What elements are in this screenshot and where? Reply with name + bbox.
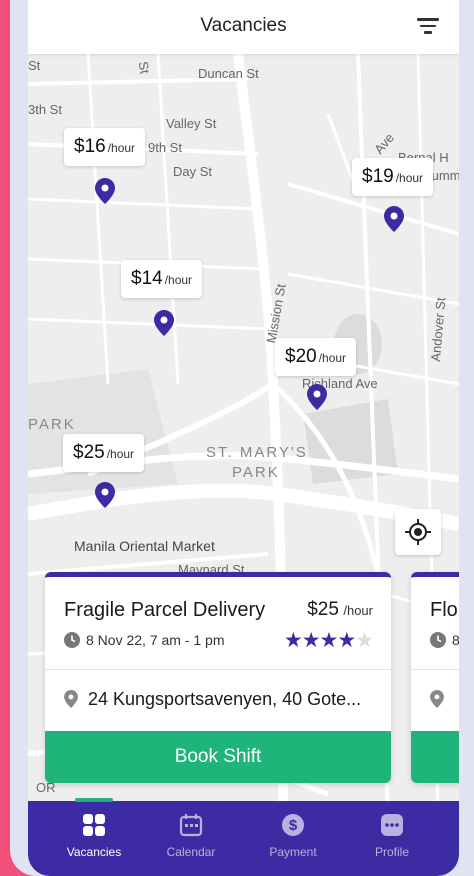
rating-stars: ★★★★★ (283, 628, 374, 653)
phone-bezel: Vacancies Duncan St St St 3th St Valley … (10, 0, 464, 876)
park-label: PARK (232, 464, 280, 481)
nav-label: Payment (269, 845, 317, 859)
shift-price: $25 /hour (307, 599, 373, 621)
map-pin-icon[interactable] (384, 206, 404, 232)
nav-label: Profile (374, 845, 409, 859)
street-label: Duncan St (198, 66, 259, 81)
street-label: St (28, 58, 41, 73)
divider (411, 669, 459, 670)
book-shift-button[interactable]: Book Shift (45, 731, 391, 783)
bottom-nav: Vacancies Calendar $ Payment Profile (28, 798, 459, 876)
divider (45, 669, 391, 670)
price-unit: /hour (106, 447, 135, 461)
location-pin-icon (64, 690, 78, 708)
price-tag[interactable]: $20/hour (275, 338, 357, 376)
app-header: Vacancies (28, 0, 459, 54)
filter-icon[interactable] (417, 18, 439, 36)
shift-card[interactable]: Flo 8 (411, 572, 459, 783)
shift-title: Flo (430, 599, 458, 621)
price-amount: $16 (74, 136, 106, 157)
map-pin-icon[interactable] (95, 178, 115, 204)
price-tag[interactable]: $19/hour (352, 158, 434, 196)
price-amount: $25 (73, 442, 105, 463)
star-filled-icon: ★ (319, 629, 339, 652)
price-unit: /hour (318, 351, 347, 365)
map-pin-icon[interactable] (154, 310, 174, 336)
shift-date-text: 8 Nov 22, 7 am - 1 pm (86, 632, 225, 648)
star-filled-icon: ★ (283, 629, 303, 652)
price-unit: /hour (164, 273, 193, 287)
price-amount: $14 (131, 268, 163, 289)
nav-vacancies[interactable]: Vacancies (44, 801, 144, 859)
price-unit: /hour (107, 141, 136, 155)
street-label: St (135, 60, 153, 75)
price-tag[interactable]: $25/hour (63, 434, 145, 472)
nav-calendar[interactable]: Calendar (141, 801, 241, 859)
shift-title: Fragile Parcel Delivery (64, 599, 266, 621)
price-unit: /hour (395, 171, 424, 185)
shift-price-amount: $25 (307, 599, 339, 620)
shift-date-text: 8 (452, 632, 459, 648)
shift-price-unit: /hour (343, 603, 373, 618)
street-label: Valley St (166, 116, 217, 131)
location-pin-icon (430, 690, 444, 708)
nav-profile[interactable]: Profile (342, 801, 442, 859)
street-label: Day St (173, 164, 213, 179)
map-pin-icon[interactable] (307, 384, 327, 410)
crosshair-icon (405, 519, 431, 545)
price-tag[interactable]: $14/hour (121, 260, 203, 298)
shift-address-text: 24 Kungsportsavenyen, 40 Gote... (88, 689, 362, 709)
park-label: PARK (28, 416, 76, 433)
dollar-icon: $ (282, 814, 304, 836)
price-tag[interactable]: $16/hour (64, 128, 146, 166)
shift-address (430, 689, 454, 710)
map-pin-icon[interactable] (95, 482, 115, 508)
calendar-icon (179, 814, 203, 837)
shift-card[interactable]: Fragile Parcel Delivery $25 /hour 8 Nov … (45, 572, 391, 783)
chat-icon (381, 814, 403, 836)
street-label: 3th St (28, 102, 62, 117)
shift-date: 8 (430, 632, 459, 648)
shift-address: 24 Kungsportsavenyen, 40 Gote... (64, 689, 361, 710)
book-shift-button[interactable] (411, 731, 459, 783)
nav-label: Calendar (166, 845, 216, 859)
svg-text:$: $ (289, 817, 298, 834)
my-location-button[interactable] (395, 509, 441, 555)
page-title: Vacancies (200, 15, 287, 36)
price-amount: $20 (285, 346, 317, 367)
star-filled-icon: ★ (337, 629, 356, 652)
clock-icon (430, 632, 446, 648)
park-label: ST. MARY'S (206, 444, 308, 461)
clock-icon (64, 632, 80, 648)
nav-label: Vacancies (66, 845, 122, 859)
nav-payment[interactable]: $ Payment (243, 801, 343, 859)
price-amount: $19 (362, 166, 394, 187)
app-screen: Vacancies Duncan St St St 3th St Valley … (28, 0, 459, 876)
place-label: Manila Oriental Market (74, 538, 215, 554)
star-filled-icon: ★ (301, 629, 321, 652)
shift-date: 8 Nov 22, 7 am - 1 pm (64, 632, 225, 648)
star-empty-icon: ★ (355, 629, 374, 652)
street-label: 9th St (148, 140, 182, 155)
grid-icon (83, 814, 105, 836)
